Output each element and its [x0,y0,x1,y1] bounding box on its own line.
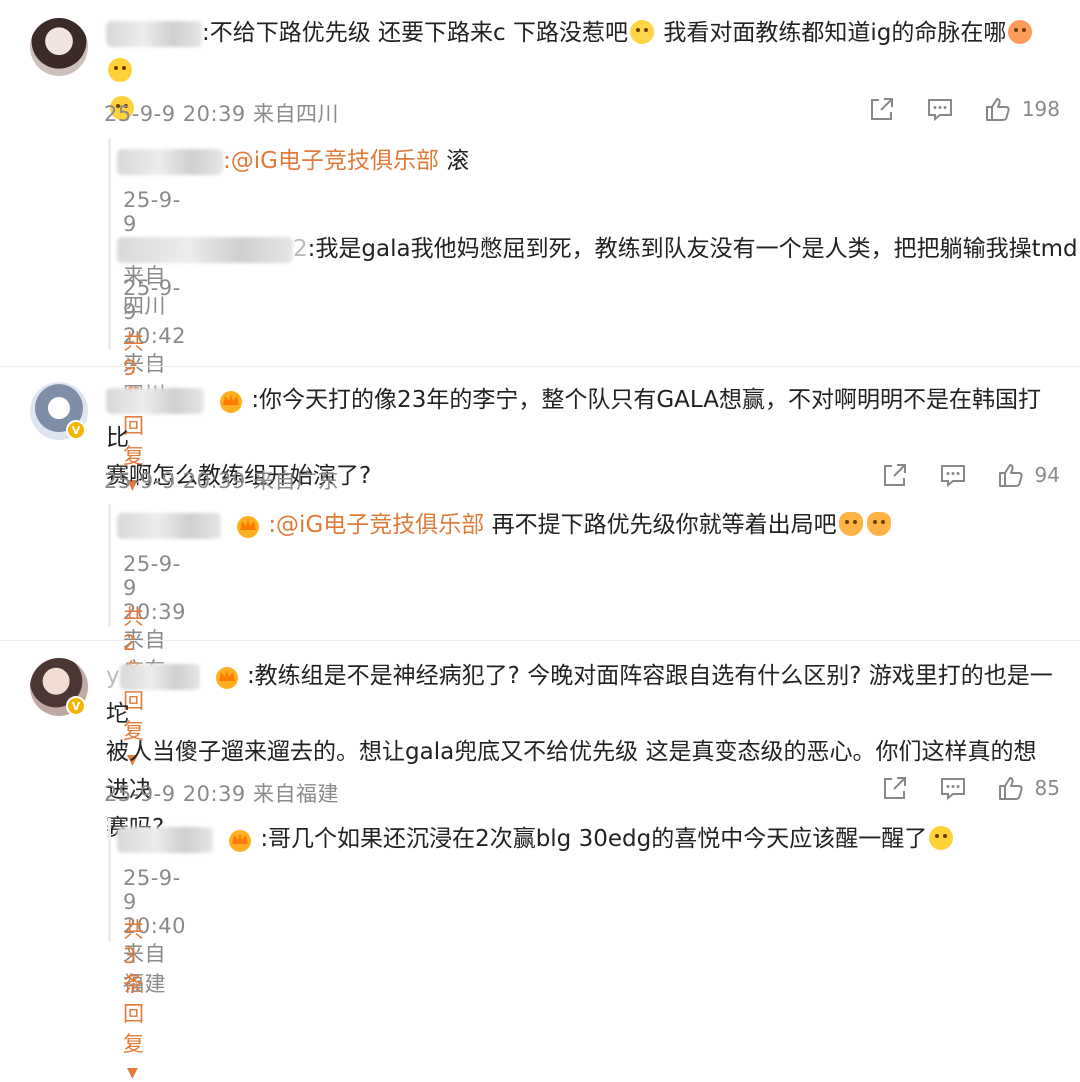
comment-button[interactable] [939,775,967,801]
share-button[interactable] [868,96,896,122]
share-button[interactable] [881,775,909,801]
thumbs-up-icon [985,98,1010,121]
username-blurred[interactable] [106,20,202,47]
reply-username-blurred[interactable] [117,148,223,175]
comment-meta: 25-9-9 20:39 来自四川 [104,102,339,126]
comment-actions: 85 [851,775,1060,801]
verified-badge-icon: V [66,696,86,716]
like-button[interactable]: 85 [997,775,1060,801]
reply-2: 2:我是gala我他妈憋屈到死，教练到队友没有一个是人类，把把躺输我操tmd [117,230,1078,268]
crown-badge-icon [237,515,260,538]
crown-badge-icon [215,666,238,689]
crying-laugh-emoji-icon [108,58,132,82]
reply-username-blurred[interactable] [117,236,293,263]
love-face-emoji-icon [1008,20,1033,44]
mention-link[interactable]: :@iG电子竞技俱乐部 [223,148,439,174]
share-button[interactable] [881,462,909,488]
caret-down-icon: ▼ [127,1065,138,1081]
more-replies-link[interactable]: 共3条回复▼ [123,914,144,1082]
crown-badge-icon [220,390,243,413]
like-count: 85 [1034,776,1060,800]
reply-thread: :@iG电子竞技俱乐部 再不提下路优先级你就等着出局吧 25-9-9 20:39… [108,504,891,768]
comment-actions: 94 [851,462,1060,488]
bowing-emoji-icon [866,512,891,536]
share-icon [883,777,906,799]
reply-1: :@iG电子竞技俱乐部 滚 [117,142,1047,180]
comment-icon [940,778,965,801]
comment-button[interactable] [939,462,967,488]
avatar[interactable] [30,18,88,76]
comment-meta: 25-9-9 20:39 来自福建 [104,782,339,806]
reply-1: :@iG电子竞技俱乐部 再不提下路优先级你就等着出局吧 [117,506,1057,544]
reply-thread: :哥几个如果还沉浸在2次赢blg 30edg的喜悦中今天应该醒一醒了 25-9-… [108,818,954,1081]
verified-badge-icon: V [66,420,86,440]
share-icon [870,98,893,120]
share-icon [883,464,906,486]
mention-link[interactable]: :@iG电子竞技俱乐部 [268,512,484,538]
thumbs-up-icon [998,777,1023,800]
username-blurred[interactable] [106,387,204,414]
comment-icon [927,99,952,122]
divider [0,366,1080,367]
reply-username-blurred[interactable] [117,826,213,853]
bowing-emoji-icon [838,512,863,536]
grin-sweat-emoji-icon [630,20,655,44]
comment-text: y :教练组是不是神经病犯了? 今晚对面阵容跟自选有什么区别? 游戏里打的也是一… [106,663,1053,841]
thumbs-up-icon [998,464,1023,487]
smile-emoji-icon [929,826,954,850]
comment-icon [940,465,965,488]
like-button[interactable]: 94 [997,462,1060,488]
comment-button[interactable] [926,96,954,122]
reply-1: :哥几个如果还沉浸在2次赢blg 30edg的喜悦中今天应该醒一醒了 [117,820,1057,858]
reply-thread: :@iG电子竞技俱乐部 滚 25-9-9 20:39 来自四川 2:我是gala… [108,138,1078,493]
like-count: 94 [1034,463,1060,487]
comment-meta: 25-9-9 20:39 来自广东 [104,469,339,493]
crown-badge-icon [229,829,252,852]
reply-username-blurred[interactable] [117,512,221,539]
like-count: 198 [1021,97,1060,121]
comment-actions: 198 [838,96,1060,122]
username-blurred[interactable] [119,663,200,690]
like-button[interactable]: 198 [984,96,1060,122]
divider [0,640,1080,641]
